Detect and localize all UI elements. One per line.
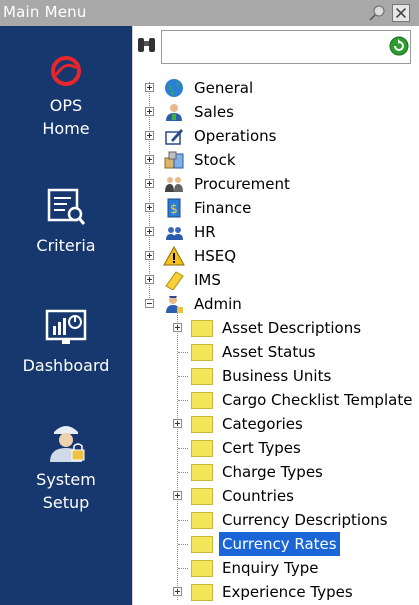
tree-item-label: Charge Types (222, 463, 323, 481)
expand-icon[interactable] (145, 83, 154, 92)
tree-connector (177, 310, 178, 600)
sidebar-item-system-setup[interactable]: System Setup (0, 420, 132, 514)
tree-connector (178, 472, 188, 473)
search-input[interactable] (161, 30, 411, 64)
hr-icon (166, 227, 183, 240)
tree-item-label: IMS (194, 271, 221, 289)
expand-icon[interactable] (173, 491, 182, 500)
tree-connector (178, 544, 188, 545)
sidebar-item-label: System (36, 470, 96, 489)
search-bar (133, 26, 419, 70)
tree-item-label: Currency Descriptions (222, 511, 388, 529)
expand-icon[interactable] (145, 275, 154, 284)
tree-item-label: Finance (194, 199, 252, 217)
tree-item-label: Procurement (194, 175, 290, 193)
expand-icon[interactable] (173, 587, 182, 596)
expand-icon[interactable] (145, 155, 154, 164)
tree-connector (178, 400, 188, 401)
folder-icon (191, 440, 213, 457)
folder-icon (191, 584, 213, 601)
folder-icon (191, 464, 213, 481)
admin-icon (166, 296, 183, 313)
tree-item-label: Asset Status (222, 343, 316, 361)
tree-item-label: Experience Types (222, 583, 353, 601)
sidebar-item-label: Home (42, 119, 90, 138)
tree-item-label: Sales (194, 103, 234, 121)
ops-logo-icon (51, 56, 81, 86)
stock-icon (164, 151, 184, 169)
tree-connector (178, 448, 188, 449)
tree-connector (178, 568, 188, 569)
tree-item-label: Business Units (222, 367, 332, 385)
tree-item-label: Countries (222, 487, 294, 505)
admin-user-lock-icon (50, 426, 85, 462)
expand-icon[interactable] (145, 203, 154, 212)
finance-icon: $ (167, 198, 181, 218)
folder-icon (191, 488, 213, 505)
sidebar-item-label: Criteria (36, 236, 96, 255)
sales-icon (166, 104, 182, 121)
tree-item-label: Cargo Checklist Template (222, 391, 413, 409)
criteria-search-icon (47, 188, 86, 225)
svg-text:$: $ (170, 202, 178, 216)
tree-connector (178, 376, 188, 377)
folder-icon (191, 536, 213, 553)
title-bar: Main Menu (0, 0, 419, 26)
sidebar-item-ops-home[interactable]: OPS Home (0, 54, 132, 140)
tree-item-label: Stock (194, 151, 236, 169)
sidebar-item-label: Setup (42, 493, 90, 512)
sidebar-item-dashboard[interactable]: Dashboard (0, 308, 132, 377)
expand-icon[interactable] (145, 131, 154, 140)
folder-icon (191, 512, 213, 529)
expand-icon[interactable] (145, 179, 154, 188)
tree-item-label: HR (194, 223, 216, 241)
folder-icon (191, 392, 213, 409)
expand-icon[interactable] (173, 419, 182, 428)
tree-item-label: Currency Rates (219, 532, 340, 556)
tree-item-label: General (194, 79, 254, 97)
tree-connector (178, 520, 188, 521)
tree-connector (178, 352, 188, 353)
expand-icon[interactable] (173, 323, 182, 332)
sidebar: OPS Home Criteria Dashboard System Setup (0, 26, 132, 605)
tree-panel: General Sales Operations Stock Procureme… (132, 26, 419, 605)
window-title: Main Menu (3, 3, 87, 21)
ims-icon (165, 271, 184, 290)
dashboard-chart-icon (45, 309, 87, 344)
operations-icon (165, 129, 183, 145)
tree-item-label: HSEQ (194, 247, 237, 265)
tree-item-label: Asset Descriptions (222, 319, 362, 337)
warning-icon (163, 246, 185, 266)
folder-icon (191, 344, 213, 361)
expand-icon[interactable] (145, 251, 154, 260)
sidebar-item-criteria[interactable]: Criteria (0, 186, 132, 257)
folder-icon (191, 368, 213, 385)
folder-icon (191, 416, 213, 433)
tree-item-label: Cert Types (222, 439, 301, 457)
collapse-icon[interactable] (145, 299, 154, 308)
sidebar-item-label: Dashboard (22, 356, 110, 375)
folder-icon (191, 320, 213, 337)
sidebar-item-label: OPS (49, 96, 83, 115)
folder-icon (191, 560, 213, 577)
pin-icon[interactable] (368, 4, 386, 22)
tree-item-label: Operations (194, 127, 277, 145)
refresh-go-icon[interactable] (389, 36, 409, 56)
globe-icon (165, 79, 183, 97)
tree-item-label: Enquiry Type (222, 559, 319, 577)
close-icon[interactable] (392, 4, 410, 22)
tree-item-label: Admin (194, 295, 242, 313)
tree-item-label: Categories (222, 415, 303, 433)
expand-icon[interactable] (145, 227, 154, 236)
binoculars-icon[interactable] (136, 35, 158, 55)
procurement-icon (165, 177, 183, 192)
expand-icon[interactable] (145, 107, 154, 116)
